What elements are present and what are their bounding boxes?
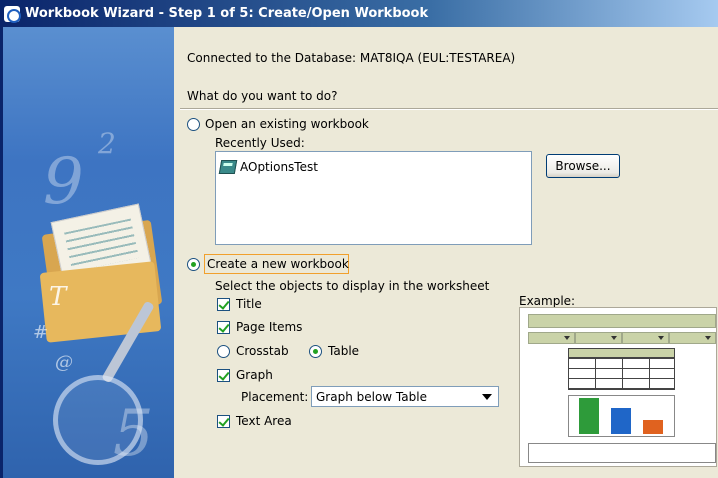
- preview-page-item: [622, 332, 669, 344]
- preview-title-bar: [528, 314, 716, 328]
- window-title-bar: Workbook Wizard - Step 1 of 5: Create/Op…: [0, 0, 718, 27]
- browse-button-label: Browse...: [555, 159, 611, 173]
- create-new-radio[interactable]: [187, 258, 200, 271]
- preview-page-item: [669, 332, 716, 344]
- example-preview: [519, 307, 717, 467]
- page-items-checkbox[interactable]: [217, 321, 230, 334]
- preview-graph-bar-orange: [643, 420, 663, 434]
- preview-text-area: [528, 443, 716, 463]
- preview-page-item: [528, 332, 575, 344]
- wizard-side-illustration: 9 2 5 T # @: [3, 27, 174, 478]
- wizard-app-icon: [4, 5, 21, 23]
- title-checkbox[interactable]: [217, 298, 230, 311]
- title-checkbox-label[interactable]: Title: [236, 297, 262, 311]
- decorative-t-glyph: T: [49, 282, 67, 312]
- graph-checkbox[interactable]: [217, 369, 230, 382]
- select-objects-instructions: Select the objects to display in the wor…: [215, 279, 490, 293]
- question-text: What do you want to do?: [187, 89, 338, 103]
- page-items-checkbox-label[interactable]: Page Items: [236, 320, 302, 334]
- open-existing-label[interactable]: Open an existing workbook: [205, 117, 369, 131]
- magnifier-icon: [53, 375, 143, 465]
- preview-graph: [568, 395, 675, 437]
- preview-page-items: [528, 332, 716, 344]
- decorative-two-glyph: 2: [98, 127, 116, 160]
- preview-graph-bar-blue: [611, 408, 631, 434]
- placement-select[interactable]: Graph below Table: [311, 386, 499, 407]
- chevron-down-icon[interactable]: [482, 394, 492, 400]
- browse-button[interactable]: Browse...: [546, 154, 620, 178]
- text-area-checkbox[interactable]: [217, 415, 230, 428]
- workbook-icon: [218, 160, 238, 174]
- recent-workbooks-list[interactable]: AOptionsTest: [215, 151, 532, 245]
- connection-status-text: Connected to the Database: MAT8IQA (EUL:…: [187, 51, 516, 65]
- crosstab-radio-label[interactable]: Crosstab: [236, 344, 289, 358]
- crosstab-radio[interactable]: [217, 345, 230, 358]
- preview-graph-bar-green: [579, 398, 599, 434]
- window-title: Workbook Wizard - Step 1 of 5: Create/Op…: [25, 6, 429, 21]
- list-item[interactable]: AOptionsTest: [218, 160, 318, 174]
- graph-checkbox-label[interactable]: Graph: [236, 368, 273, 382]
- preview-page-item: [575, 332, 622, 344]
- preview-table-header: [568, 348, 675, 358]
- text-area-checkbox-label[interactable]: Text Area: [236, 414, 292, 428]
- decorative-at-glyph: @: [55, 352, 73, 373]
- decorative-hash-glyph: #: [33, 322, 49, 343]
- recently-used-label: Recently Used:: [215, 136, 305, 150]
- placement-select-value: Graph below Table: [316, 389, 427, 404]
- header-divider: [180, 108, 718, 110]
- open-existing-radio[interactable]: [187, 118, 200, 131]
- table-radio[interactable]: [309, 345, 322, 358]
- recent-workbook-name: AOptionsTest: [240, 160, 318, 174]
- create-new-label[interactable]: Create a new workbook: [207, 257, 349, 271]
- placement-label: Placement:: [241, 390, 309, 404]
- decorative-nine-glyph: 9: [43, 145, 84, 219]
- table-radio-label[interactable]: Table: [328, 344, 359, 358]
- example-label: Example:: [519, 294, 576, 308]
